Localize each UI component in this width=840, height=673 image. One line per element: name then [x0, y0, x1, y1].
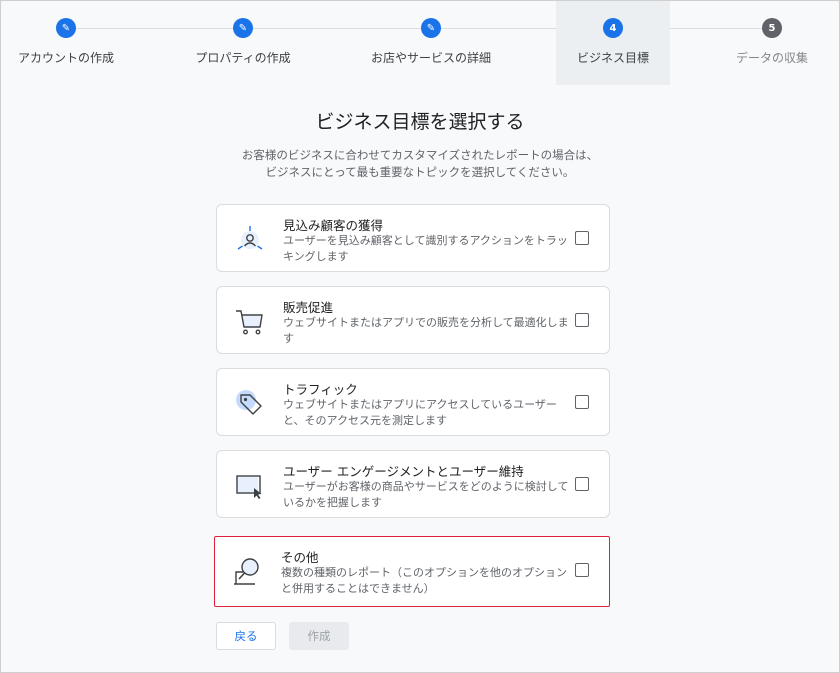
step-business-details[interactable]: ✎ お店やサービスの詳細: [366, 1, 496, 85]
tag-icon: [236, 390, 262, 415]
shopping-cart-icon: [236, 310, 263, 335]
step-label: アカウントの作成: [17, 51, 114, 65]
pencil-icon: ✎: [233, 18, 253, 38]
step-number: 5: [762, 18, 782, 38]
goal-card-other[interactable]: その他 複数の種類のレポート（このオプションを他のオプションと併用することはでき…: [214, 536, 610, 607]
description-line: お客様のビジネスに合わせてカスタマイズされたレポートの場合は、: [241, 148, 599, 162]
goal-title: トラフィック: [283, 382, 358, 397]
goal-description: ユーザーを見込み顧客として識別するアクションをトラッキングします: [283, 234, 568, 263]
progress-stepper: ✎ アカウントの作成 ✎ プロパティの作成 ✎ お店やサービスの詳細 4 ビジネ…: [1, 1, 839, 85]
step-account[interactable]: ✎ アカウントの作成: [11, 1, 121, 85]
goal-checkbox[interactable]: [575, 477, 589, 491]
goal-description: ウェブサイトまたはアプリにアクセスしているユーザーと、そのアクセス元を測定します: [283, 398, 557, 427]
step-number: 4: [603, 18, 623, 38]
back-button[interactable]: 戻る: [216, 622, 276, 650]
goal-card-sales[interactable]: 販売促進 ウェブサイトまたはアプリでの販売を分析して最適化します: [216, 286, 610, 354]
page-title: ビジネス目標を選択する: [315, 111, 525, 133]
goal-card-lead-generation[interactable]: 見込み顧客の獲得 ユーザーを見込み顧客として識別するアクションをトラッキングしま…: [216, 204, 610, 272]
magnifier-icon: [234, 558, 259, 585]
goal-checkbox[interactable]: [575, 395, 589, 409]
goal-checkbox[interactable]: [575, 231, 589, 245]
goal-card-traffic[interactable]: トラフィック ウェブサイトまたはアプリにアクセスしているユーザーと、そのアクセス…: [216, 368, 610, 436]
step-label: ビジネス目標: [576, 51, 649, 65]
page-description: お客様のビジネスに合わせてカスタマイズされたレポートの場合は、 ビジネスにとって…: [201, 147, 639, 181]
goal-description: ウェブサイトまたはアプリでの販売を分析して最適化します: [283, 316, 569, 345]
goal-title: 見込み顧客の獲得: [283, 218, 384, 233]
screen-cursor-icon: [236, 475, 262, 499]
goal-checkbox[interactable]: [575, 313, 589, 327]
step-label: お店やサービスの詳細: [370, 51, 491, 65]
goal-title: その他: [281, 550, 319, 565]
goal-description: ユーザーがお客様の商品やサービスをどのように検討しているかを把握します: [283, 480, 569, 509]
pencil-icon: ✎: [421, 18, 441, 38]
step-data-collection[interactable]: 5 データの収集: [721, 1, 823, 85]
step-business-goals[interactable]: 4 ビジネス目標: [556, 1, 670, 85]
step-property[interactable]: ✎ プロパティの作成: [183, 1, 303, 85]
step-label: データの収集: [735, 51, 808, 65]
goal-title: ユーザー エンゲージメントとユーザー維持: [283, 464, 524, 479]
goal-description: 複数の種類のレポート（このオプションを他のオプションと併用することはできません）: [281, 566, 567, 595]
goal-checkbox[interactable]: [575, 563, 589, 577]
pencil-icon: ✎: [56, 18, 76, 38]
step-label: プロパティの作成: [195, 51, 291, 65]
create-button[interactable]: 作成: [289, 622, 349, 650]
lead-generation-icon: [237, 226, 263, 250]
description-line: ビジネスにとって最も重要なトピックを選択してください。: [265, 165, 575, 179]
setup-wizard: ✎ アカウントの作成 ✎ プロパティの作成 ✎ お店やサービスの詳細 4 ビジネ…: [0, 0, 840, 673]
goal-card-engagement[interactable]: ユーザー エンゲージメントとユーザー維持 ユーザーがお客様の商品やサービスをどの…: [216, 450, 610, 518]
goal-title: 販売促進: [283, 300, 334, 315]
